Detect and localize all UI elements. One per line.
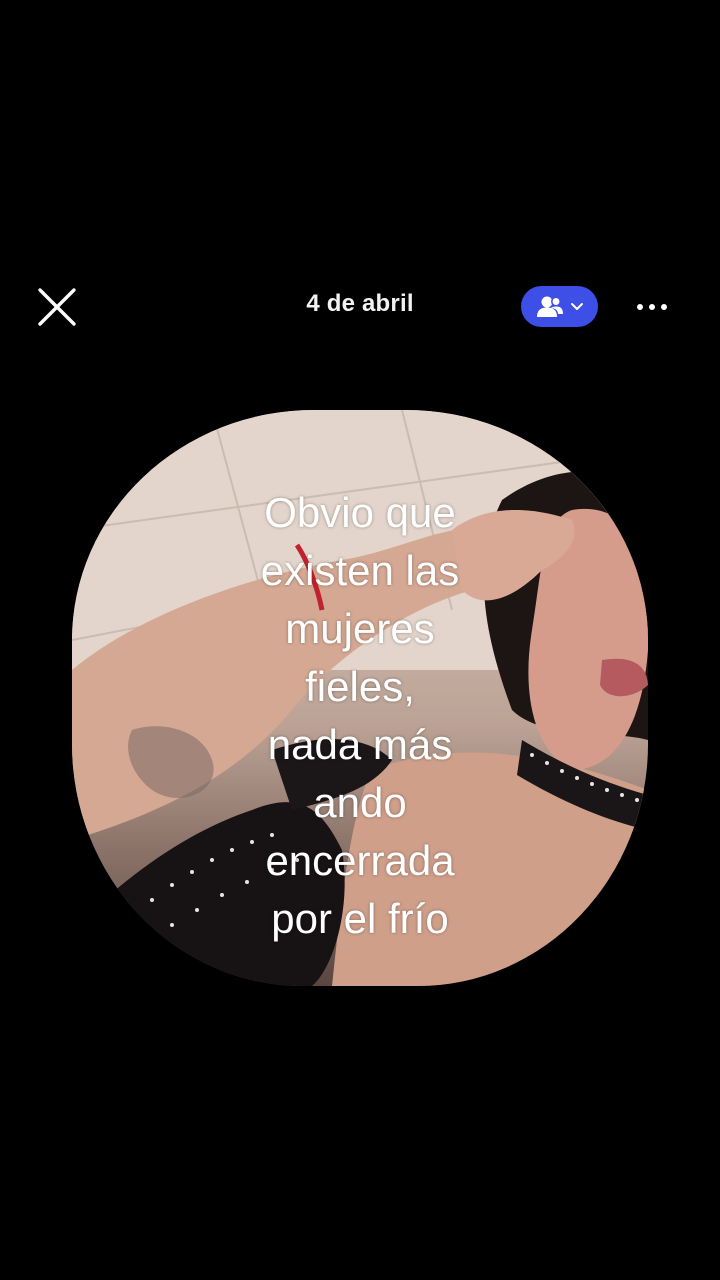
story-viewer: 4 de abril Obvio que existen las mujeres… bbox=[0, 0, 720, 1280]
chevron-down-icon bbox=[570, 302, 583, 310]
caption-line: Obvio que bbox=[264, 489, 456, 536]
caption-line: encerrada bbox=[265, 837, 455, 884]
story-date: 4 de abril bbox=[0, 290, 720, 318]
story-date-text: 4 de abril bbox=[306, 290, 414, 317]
story-media-card[interactable]: Obvio que existen las mujeres fieles, na… bbox=[72, 410, 648, 986]
more-options-button[interactable] bbox=[626, 286, 678, 328]
friends-icon bbox=[536, 296, 563, 317]
more-dots-icon bbox=[637, 304, 667, 310]
caption-line: existen las bbox=[260, 547, 460, 594]
audience-selector-button[interactable] bbox=[521, 286, 598, 327]
caption-line: por el frío bbox=[271, 895, 449, 942]
story-caption: Obvio que existen las mujeres fieles, na… bbox=[72, 484, 648, 948]
caption-line: mujeres bbox=[285, 605, 435, 652]
caption-line: nada más bbox=[267, 721, 453, 768]
caption-line: ando bbox=[313, 779, 407, 826]
caption-line: fieles, bbox=[305, 663, 415, 710]
